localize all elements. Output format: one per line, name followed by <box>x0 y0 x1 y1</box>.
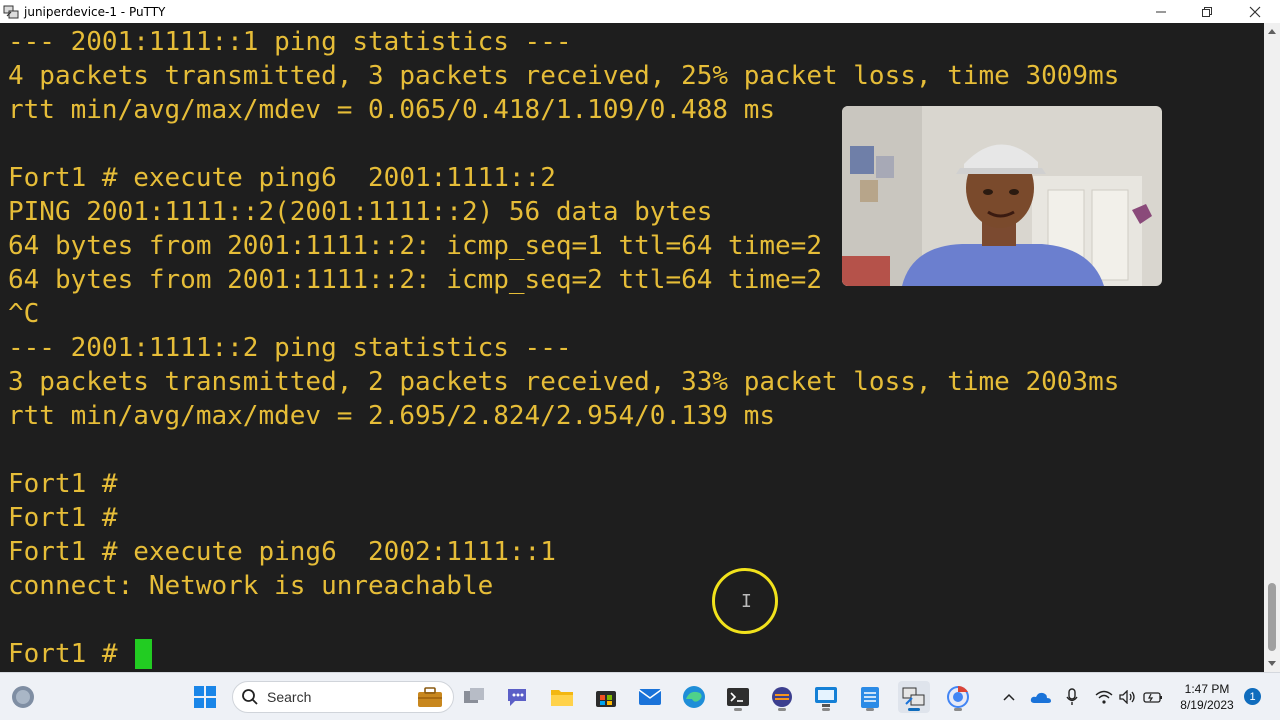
terminal-line: rtt min/avg/max/mdev = 2.695/2.824/2.954… <box>8 401 776 431</box>
file-explorer-button[interactable] <box>546 681 578 713</box>
taskbar-clock[interactable]: 1:47 PM 8/19/2023 <box>1172 681 1242 713</box>
notification-badge[interactable]: 1 <box>1244 688 1261 705</box>
tray-overflow-button[interactable] <box>998 685 1020 709</box>
restore-button[interactable] <box>1184 0 1230 23</box>
restore-icon <box>1202 6 1212 17</box>
terminal-line: 64 bytes from 2001:1111::2: icmp_seq=1 t… <box>8 231 822 261</box>
chevron-up-icon <box>1268 29 1276 34</box>
running-indicator <box>778 708 786 711</box>
running-indicator <box>866 708 874 711</box>
remote-desktop-icon <box>815 687 837 707</box>
minimize-button[interactable] <box>1138 0 1184 23</box>
window-titlebar: juniperdevice-1 - PuTTY <box>0 0 1280 23</box>
edge-icon <box>683 686 705 708</box>
terminal-line: Fort1 # <box>8 503 118 533</box>
clock-date: 8/19/2023 <box>1180 698 1234 712</box>
close-icon <box>1249 6 1261 17</box>
mail-button[interactable] <box>634 681 666 713</box>
scroll-up-button[interactable] <box>1264 23 1280 39</box>
notepad-icon <box>861 687 879 708</box>
ibeam-cursor-icon: I <box>741 591 752 612</box>
remote-desktop-button[interactable] <box>810 681 842 713</box>
putty-app-icon <box>3 5 19 18</box>
weather-icon <box>12 686 34 708</box>
webcam-overlay <box>842 106 1162 286</box>
teams-chat-button[interactable] <box>502 681 534 713</box>
search-icon <box>242 689 258 705</box>
task-view-button[interactable] <box>458 681 490 713</box>
battery-icon <box>1143 692 1162 703</box>
terminal-line: --- 2001:1111::1 ping statistics --- <box>8 27 572 57</box>
minimize-icon <box>1156 11 1166 12</box>
work-briefcase-icon <box>418 687 442 707</box>
terminal-line: 64 bytes from 2001:1111::2: icmp_seq=2 t… <box>8 265 822 295</box>
taskbar-search[interactable]: Search <box>232 681 454 713</box>
running-indicator <box>954 708 962 711</box>
text-cursor <box>135 639 152 669</box>
chrome-button[interactable] <box>942 681 974 713</box>
volume-icon <box>1119 690 1135 704</box>
search-label: Search <box>267 689 312 705</box>
chevron-up-icon <box>1003 693 1015 701</box>
terminal-button[interactable] <box>722 681 754 713</box>
microphone-icon <box>1066 688 1078 705</box>
start-icon <box>194 686 216 708</box>
eclipse-icon <box>772 687 792 707</box>
window-title: juniperdevice-1 - PuTTY <box>24 4 166 19</box>
terminal-prompt: Fort1 # <box>8 639 118 669</box>
terminal-line: Fort1 # <box>8 469 118 499</box>
onedrive-icon <box>1030 692 1051 703</box>
putty-icon <box>902 687 925 706</box>
terminal-line: rtt min/avg/max/mdev = 0.065/0.418/1.109… <box>8 95 776 125</box>
terminal-line: ^C <box>8 299 40 329</box>
onedrive-tray[interactable] <box>1028 685 1054 709</box>
microphone-tray[interactable] <box>1062 685 1082 709</box>
close-button[interactable] <box>1232 0 1278 23</box>
taskbar: Search 1:47 PM 8/19/2023 1 <box>0 672 1280 720</box>
chevron-down-icon <box>1268 661 1276 666</box>
vertical-scrollbar[interactable] <box>1264 23 1280 672</box>
terminal-line: Fort1 # execute ping6 2001:1111::2 <box>8 163 556 193</box>
terminal-line: --- 2001:1111::2 ping statistics --- <box>8 333 572 363</box>
terminal-line: PING 2001:1111::2(2001:1111::2) 56 data … <box>8 197 713 227</box>
edge-button[interactable] <box>678 681 710 713</box>
eclipse-button[interactable] <box>766 681 798 713</box>
clock-time: 1:47 PM <box>1184 682 1230 696</box>
weather-widget[interactable] <box>7 681 39 713</box>
wifi-tray[interactable] <box>1094 685 1114 709</box>
terminal-line: 3 packets transmitted, 2 packets receive… <box>8 367 1120 397</box>
store-button[interactable] <box>590 681 622 713</box>
terminal-line: 4 packets transmitted, 3 packets receive… <box>8 61 1120 91</box>
wifi-icon <box>1095 690 1113 704</box>
terminal-icon <box>727 688 749 706</box>
chrome-icon <box>947 685 969 708</box>
terminal-line: connect: Network is unreachable <box>8 571 494 601</box>
file-explorer-icon <box>551 690 573 706</box>
store-icon <box>596 691 616 707</box>
mail-icon <box>638 689 662 705</box>
webcam-picture <box>842 106 1162 286</box>
volume-tray[interactable] <box>1118 685 1138 709</box>
battery-tray[interactable] <box>1142 685 1164 709</box>
scroll-down-button[interactable] <box>1264 656 1280 672</box>
task-view-icon <box>464 688 484 703</box>
start-button[interactable] <box>189 681 221 713</box>
notepad-button[interactable] <box>854 681 886 713</box>
scrollbar-thumb[interactable] <box>1268 583 1276 651</box>
teams-chat-icon <box>508 689 526 706</box>
running-indicator <box>822 708 830 711</box>
active-indicator <box>908 708 920 711</box>
terminal-line: Fort1 # execute ping6 2002:1111::1 <box>8 537 556 567</box>
running-indicator <box>734 708 742 711</box>
putty-button[interactable] <box>898 681 930 713</box>
